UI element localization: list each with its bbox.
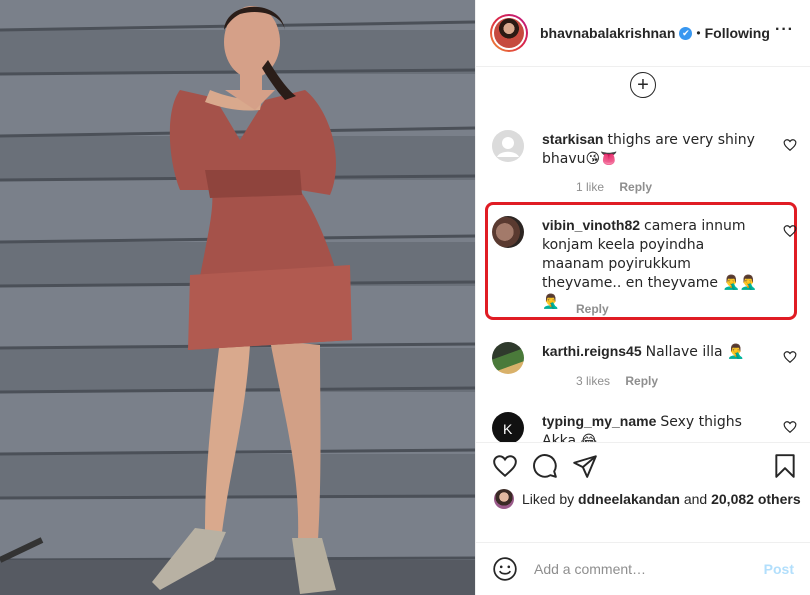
liker-username[interactable]: ddneelakandan — [578, 491, 680, 507]
header-separator: • — [696, 26, 701, 40]
heart-icon[interactable] — [783, 350, 797, 364]
author-avatar-image — [494, 18, 524, 48]
plus-circle-icon[interactable]: + — [630, 72, 656, 98]
comment-username[interactable]: karthi.reigns45 — [542, 343, 642, 359]
likes-count[interactable]: 20,082 others — [711, 491, 801, 507]
comment-username[interactable]: typing_my_name — [542, 413, 656, 429]
comment-username[interactable]: vibin_vinoth82 — [542, 217, 640, 233]
author-username[interactable]: bhavnabalakrishnan — [540, 25, 675, 41]
post-button[interactable]: Post — [764, 561, 794, 577]
likes-conj: and — [683, 491, 708, 507]
comment-icon[interactable] — [532, 453, 558, 479]
comment-meta: 3 likes Reply — [576, 374, 670, 388]
comment-body: vibin_vinoth82 camera innum konjam keela … — [542, 216, 767, 311]
liker-avatar[interactable] — [494, 489, 514, 509]
post-image — [0, 0, 475, 595]
post-sidebar: bhavnabalakrishnan ✔ • Following ··· + s… — [475, 0, 810, 595]
commenter-avatar[interactable]: K — [492, 412, 524, 442]
comment-username[interactable]: starkisan — [542, 131, 603, 147]
reply-button[interactable]: Reply — [576, 302, 609, 316]
commenter-avatar[interactable] — [492, 342, 524, 374]
comment-meta: 1 like Reply — [576, 180, 664, 194]
comment-body: starkisan thighs are very shiny bhavu😘👅 — [542, 130, 767, 168]
heart-icon[interactable] — [783, 224, 797, 238]
comments-list[interactable]: + starkisan thighs are very shiny bhavu😘👅… — [476, 68, 810, 442]
commenter-avatar[interactable] — [492, 216, 524, 248]
post-photo[interactable] — [0, 0, 475, 595]
likes-summary: Liked by ddneelakandan and 20,082 others — [494, 489, 801, 509]
comment-input[interactable] — [534, 561, 754, 577]
comment-text: Nallave illa 🤦‍♂️ — [645, 344, 745, 360]
heart-icon[interactable] — [492, 453, 518, 479]
post-header: bhavnabalakrishnan ✔ • Following ··· — [476, 0, 810, 67]
add-comment-bar: Post — [476, 542, 810, 595]
reply-button[interactable]: Reply — [625, 374, 658, 388]
author-avatar[interactable] — [490, 14, 528, 52]
reply-button[interactable]: Reply — [619, 180, 652, 194]
comment-meta: Reply — [576, 302, 621, 316]
default-avatar-icon[interactable] — [492, 130, 524, 162]
comment-body: typing_my_name Sexy thighs Akka 😂 — [542, 412, 767, 442]
comment-likes[interactable]: 1 like — [576, 180, 604, 194]
heart-icon[interactable] — [783, 420, 797, 434]
comment-likes[interactable]: 3 likes — [576, 374, 610, 388]
verified-badge-icon: ✔ — [679, 26, 693, 40]
emoji-icon[interactable] — [492, 556, 518, 582]
likes-prefix: Liked by — [522, 491, 575, 507]
following-button[interactable]: Following — [705, 25, 770, 41]
comment-body: karthi.reigns45 Nallave illa 🤦‍♂️ — [542, 342, 767, 361]
post-actions: Liked by ddneelakandan and 20,082 others — [476, 442, 810, 542]
heart-icon[interactable] — [783, 138, 797, 152]
share-icon[interactable] — [572, 453, 598, 479]
svg-text:K: K — [503, 421, 513, 437]
bookmark-icon[interactable] — [772, 453, 798, 479]
more-options-icon[interactable]: ··· — [775, 22, 794, 38]
